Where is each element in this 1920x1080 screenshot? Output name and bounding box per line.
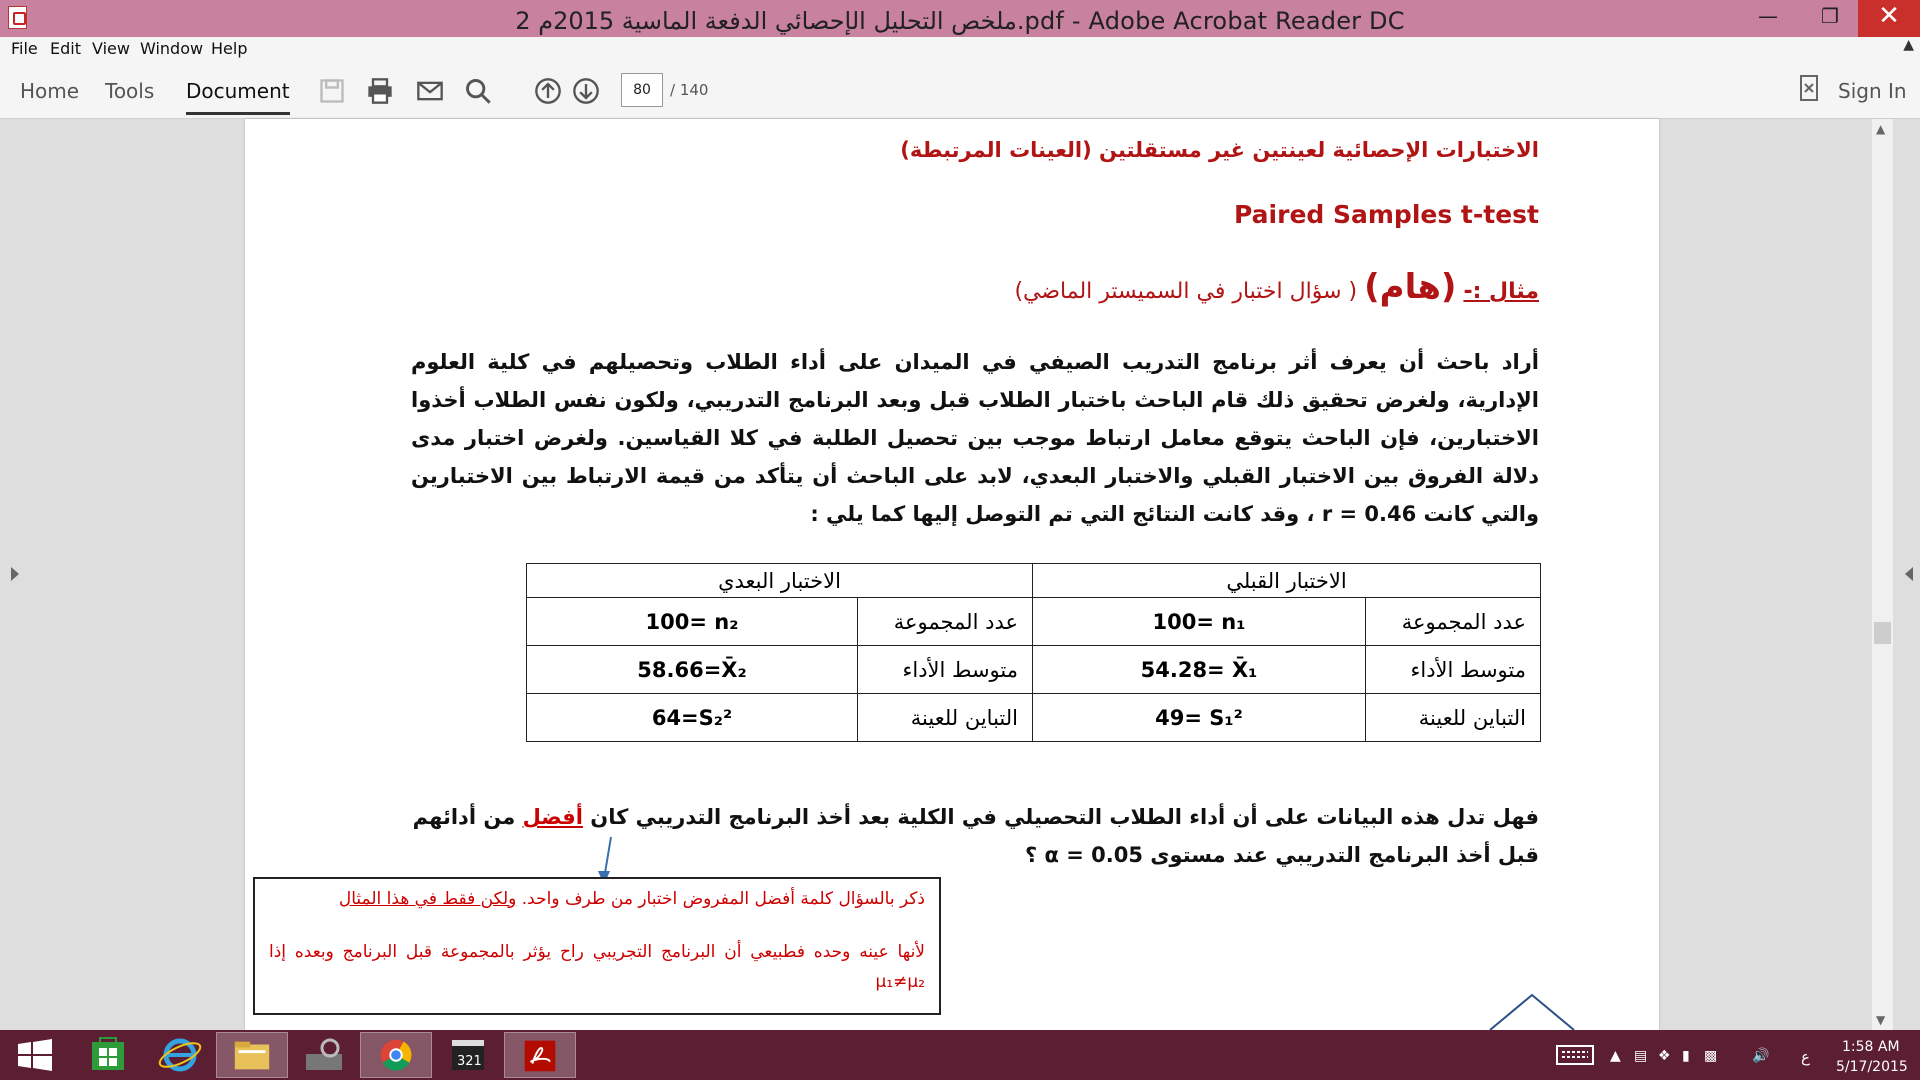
acrobat-window: ملخص التحليل الإحصائي الدفعة الماسية 201… xyxy=(0,0,1920,1080)
control-panel-icon[interactable] xyxy=(288,1032,360,1078)
internet-explorer-icon[interactable] xyxy=(144,1032,216,1078)
heading-paired-tests: الاختبارات الإحصائية لعينتين غير مستقلتي… xyxy=(900,138,1539,162)
example-note: ( سؤال اختبار في السميستر الماضي) xyxy=(1014,279,1358,304)
file-explorer-icon[interactable] xyxy=(216,1032,288,1078)
post-value: 64=S₂² xyxy=(526,693,858,742)
tab-home[interactable]: Home xyxy=(20,79,79,103)
window-title: ملخص التحليل الإحصائي الدفعة الماسية 201… xyxy=(515,7,1405,35)
pdf-page: الاختبارات الإحصائية لعينتين غير مستقلتي… xyxy=(245,119,1659,1030)
table-row: متوسط الأداء 54.28= X̄₁ متوسط الأداء 58.… xyxy=(526,645,1541,694)
row-label: التباين للعينة xyxy=(1365,693,1541,742)
menu-file[interactable]: File xyxy=(11,39,38,58)
page-total: / 140 xyxy=(670,81,709,99)
document-area: الاختبارات الإحصائية لعينتين غير مستقلتي… xyxy=(0,119,1920,1030)
clock-time[interactable]: 1:58 AM xyxy=(1842,1039,1900,1055)
input-language-indicator[interactable]: ع xyxy=(1801,1048,1810,1066)
row-label: التباين للعينة xyxy=(857,693,1033,742)
next-page-icon[interactable] xyxy=(572,77,600,105)
scroll-up-icon[interactable]: ▲ xyxy=(1876,122,1885,136)
expand-right-panel-icon[interactable] xyxy=(1905,567,1913,581)
row-label: عدد المجموعة xyxy=(1365,597,1541,646)
minimize-button[interactable]: — xyxy=(1738,0,1798,37)
media-player-classic-icon[interactable]: 321 xyxy=(432,1032,504,1078)
post-value: 58.66=X̄₂ xyxy=(526,645,858,694)
store-icon[interactable] xyxy=(72,1032,144,1078)
email-icon[interactable] xyxy=(416,77,444,105)
tab-document[interactable]: Document xyxy=(186,79,290,115)
row-label: متوسط الأداء xyxy=(1365,645,1541,694)
pre-value: 49= S₁² xyxy=(1032,693,1366,742)
scroll-thumb[interactable] xyxy=(1874,622,1891,644)
expand-left-panel-icon[interactable] xyxy=(11,567,19,581)
vertical-scrollbar[interactable]: ▲ ▼ xyxy=(1872,119,1893,1030)
title-bar: ملخص التحليل الإحصائي الدفعة الماسية 201… xyxy=(0,0,1920,37)
keyboard-icon[interactable] xyxy=(1556,1044,1594,1066)
tab-tools[interactable]: Tools xyxy=(105,79,154,103)
sign-in-link[interactable]: Sign In xyxy=(1838,79,1907,103)
question-part-a: فهل تدل هذه البيانات على أن أداء الطلاب … xyxy=(590,805,1539,829)
problem-paragraph: أراد باحث أن يعرف أثر برنامج التدريب الص… xyxy=(411,350,1539,526)
note-line-2: لأنها عينه وحده فطبيعي أن البرنامج التجر… xyxy=(269,942,925,992)
collapse-menu-icon[interactable]: ▲ xyxy=(1903,37,1914,53)
dropbox-icon[interactable]: ❖ xyxy=(1658,1048,1671,1064)
toolbar: Home Tools Document 80 / 140 Sign In xyxy=(0,61,1920,119)
pre-value: 100= n₁ xyxy=(1032,597,1366,646)
menu-bar: File Edit View Window Help ▲ xyxy=(0,37,1920,61)
clock-date[interactable]: 5/17/2015 xyxy=(1836,1059,1908,1075)
print-icon[interactable] xyxy=(366,77,394,105)
show-hidden-icons-icon[interactable]: ▲ xyxy=(1610,1048,1621,1064)
maximize-button[interactable]: ❐ xyxy=(1800,0,1860,37)
scroll-down-icon[interactable]: ▼ xyxy=(1876,1013,1885,1027)
important-tag: (هام) xyxy=(1364,267,1457,307)
chrome-icon[interactable] xyxy=(360,1032,432,1078)
svg-text:321: 321 xyxy=(457,1054,482,1069)
save-icon[interactable] xyxy=(318,77,346,105)
page-number-input[interactable]: 80 xyxy=(621,73,663,107)
network-signal-icon[interactable]: ▩ xyxy=(1704,1048,1717,1064)
question-keyword-best: أفضل xyxy=(522,805,583,829)
row-label: متوسط الأداء xyxy=(857,645,1033,694)
menu-window[interactable]: Window xyxy=(140,39,203,58)
statistics-table: الاختبار القبلي الاختبار البعدي عدد المج… xyxy=(526,563,1541,742)
volume-icon[interactable]: 🔊 xyxy=(1752,1048,1769,1064)
action-center-icon[interactable]: ▤ xyxy=(1634,1048,1647,1064)
menu-view[interactable]: View xyxy=(92,39,130,58)
pre-test-header: الاختبار القبلي xyxy=(1032,563,1541,598)
note-text: ذكر بالسؤال كلمة أفضل المفروض اختبار من … xyxy=(521,889,925,909)
taskbar: 321 ▲ ▤ ❖ ▮ ▩ 🔊 ع 1:58 AM 5/17/2015 xyxy=(0,1030,1920,1080)
example-label: مثال :- xyxy=(1463,279,1539,304)
table-row: التباين للعينة 49= S₁² التباين للعينة 64… xyxy=(526,693,1541,742)
start-windows-icon[interactable] xyxy=(0,1032,72,1078)
annotation-note-box: ذكر بالسؤال كلمة أفضل المفروض اختبار من … xyxy=(253,877,941,1015)
menu-help[interactable]: Help xyxy=(211,39,247,58)
acrobat-reader-taskbar-icon[interactable] xyxy=(504,1032,576,1078)
example-line: مثال :- (هام) ( سؤال اختبار في السميستر … xyxy=(1014,267,1539,307)
row-label: عدد المجموعة xyxy=(857,597,1033,646)
question-text: فهل تدل هذه البيانات على أن أداء الطلاب … xyxy=(411,798,1539,874)
close-button[interactable]: ✕ xyxy=(1858,0,1920,37)
battery-icon[interactable]: ▮ xyxy=(1682,1048,1690,1064)
note-line-1: ذكر بالسؤال كلمة أفضل المفروض اختبار من … xyxy=(339,889,925,909)
previous-page-icon[interactable] xyxy=(534,77,562,105)
note-underlined-text: ولكن فقط في هذا المثال xyxy=(338,889,517,909)
post-test-header: الاختبار البعدي xyxy=(526,563,1033,598)
search-icon[interactable] xyxy=(464,77,492,105)
mobile-link-icon[interactable] xyxy=(1800,75,1818,101)
heading-paired-t-test: Paired Samples t-test xyxy=(1234,200,1539,229)
table-row: عدد المجموعة 100= n₁ عدد المجموعة 100= n… xyxy=(526,597,1541,646)
post-value: 100= n₂ xyxy=(526,597,858,646)
menu-edit[interactable]: Edit xyxy=(50,39,81,58)
pre-value: 54.28= X̄₁ xyxy=(1032,645,1366,694)
